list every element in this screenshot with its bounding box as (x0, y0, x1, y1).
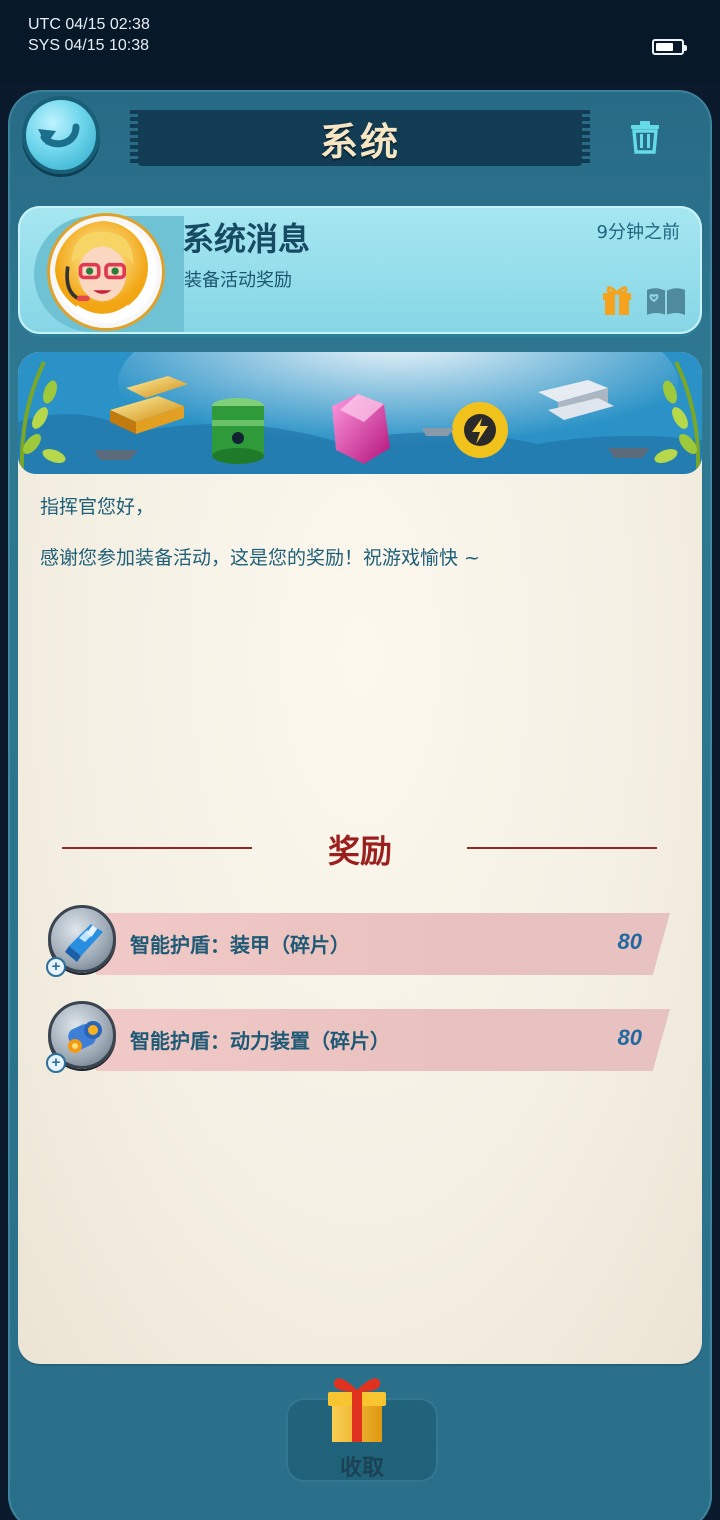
utc-time: UTC 04/15 02:38 (28, 16, 150, 33)
gift-box-icon[interactable] (322, 1372, 392, 1444)
reward-name: 智能护盾：动力装置（碎片） (130, 1029, 390, 1053)
sys-time: SYS 04/15 10:38 (28, 37, 149, 54)
claim-label: 收取 (339, 1456, 384, 1481)
battery-icon (652, 39, 687, 55)
armor-shard-icon (65, 924, 103, 962)
page-title: 系统 (319, 119, 400, 164)
battery-level (656, 43, 673, 51)
reward-quantity: 80 (617, 1025, 642, 1050)
reward-banner (18, 352, 702, 474)
message-text: 感谢您参加装备活动，这是您的奖励！祝游戏愉快 ~ (40, 547, 480, 569)
message-subject: 装备活动奖励 (184, 270, 292, 291)
read-book-icon[interactable] (646, 286, 686, 316)
commander-avatar-icon (55, 221, 148, 323)
sender-name: 系统消息 (182, 220, 311, 258)
plus-icon: + (46, 957, 66, 977)
plus-icon: + (46, 1053, 66, 1073)
reward-item[interactable]: + 智能护盾：装甲（碎片） 80 (46, 905, 670, 977)
status-bar: UTC 04/15 02:38 SYS 04/15 10:38 (0, 0, 720, 82)
rewards-title: 奖励 (327, 832, 392, 870)
reward-quantity: 80 (617, 929, 642, 954)
message-time: 9分钟之前 (596, 222, 680, 243)
title-band: 系统 (130, 110, 590, 166)
avatar (50, 216, 162, 328)
back-arrow-icon (38, 123, 80, 148)
power-unit-shard-icon (68, 1021, 102, 1053)
status-times: UTC 04/15 02:38 SYS 04/15 10:38 (28, 14, 150, 56)
reward-name: 智能护盾：装甲（碎片） (130, 933, 350, 957)
trash-icon[interactable] (628, 120, 662, 154)
greeting-text: 指挥官您好， (40, 496, 155, 518)
banner-illustration (18, 352, 702, 474)
gift-icon (603, 286, 631, 315)
back-button[interactable] (22, 96, 100, 174)
reward-item[interactable]: + 智能护盾：动力装置（碎片） 80 (46, 1001, 670, 1073)
